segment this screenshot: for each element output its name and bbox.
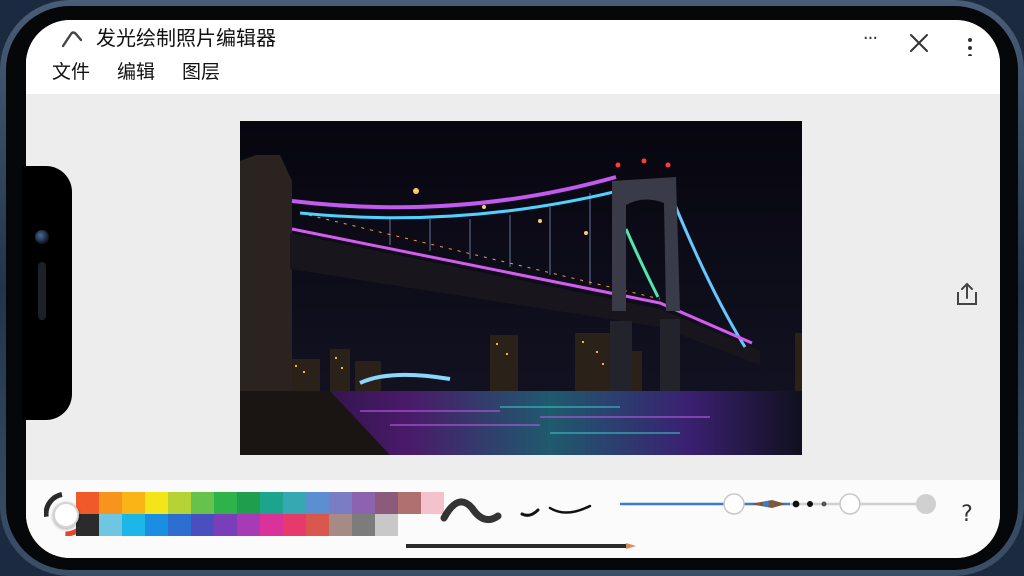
color-swatch[interactable] [260, 514, 283, 536]
phone-frame: 发光绘制照片编辑器 ··· 文件 编辑 图层 ? [0, 0, 1024, 576]
help-icon[interactable]: ? [956, 500, 978, 530]
color-swatch[interactable] [283, 514, 306, 536]
pencil-tool-icon[interactable] [406, 540, 636, 552]
color-swatch[interactable] [283, 492, 306, 514]
app-title: 发光绘制照片编辑器 [96, 26, 276, 50]
camera-icon [35, 230, 49, 244]
color-swatch[interactable] [122, 492, 145, 514]
color-swatch[interactable] [237, 492, 260, 514]
brush-preset-strip[interactable] [438, 488, 598, 536]
color-swatch[interactable] [76, 492, 99, 514]
color-swatch[interactable] [375, 492, 398, 514]
menu-bar: 文件 编辑 图层 [26, 56, 1000, 94]
canvas-area [26, 94, 1000, 480]
color-swatch[interactable] [306, 492, 329, 514]
color-swatch[interactable] [191, 492, 214, 514]
color-swatch[interactable] [306, 514, 329, 536]
color-swatch[interactable] [99, 514, 122, 536]
color-swatch[interactable] [99, 492, 122, 514]
swatch-row-bottom [76, 514, 398, 536]
menu-file[interactable]: 文件 [52, 58, 90, 86]
color-swatch[interactable] [191, 514, 214, 536]
app-logo-icon [61, 31, 83, 48]
drawing-toolbar: ? [26, 480, 1000, 558]
color-swatch[interactable] [329, 492, 352, 514]
menu-edit[interactable]: 编辑 [117, 58, 155, 86]
color-swatch[interactable] [329, 514, 352, 536]
color-swatch[interactable] [375, 514, 398, 536]
brush-size-slider[interactable] [620, 490, 950, 538]
color-swatch[interactable] [122, 514, 145, 536]
speaker-grille [38, 262, 46, 320]
color-swatch[interactable] [145, 492, 168, 514]
app-screen: 发光绘制照片编辑器 ··· 文件 编辑 图层 ? [26, 20, 1000, 558]
current-color-indicator[interactable] [53, 502, 79, 528]
color-swatch[interactable] [352, 492, 375, 514]
color-swatch[interactable] [398, 492, 421, 514]
more-horizontal-icon[interactable]: ··· [858, 30, 882, 50]
color-swatch[interactable] [352, 514, 375, 536]
color-swatch[interactable] [168, 492, 191, 514]
close-icon[interactable] [906, 30, 932, 56]
color-swatch[interactable] [76, 514, 99, 536]
color-swatch[interactable] [214, 514, 237, 536]
bridge-photo[interactable] [240, 121, 802, 455]
camera-notch [22, 166, 72, 420]
color-swatch[interactable] [260, 492, 283, 514]
color-swatch[interactable] [214, 492, 237, 514]
menu-layers[interactable]: 图层 [182, 58, 220, 86]
color-swatch[interactable] [168, 514, 191, 536]
export-icon[interactable] [954, 280, 980, 308]
color-swatch[interactable] [237, 514, 260, 536]
color-swatch[interactable] [145, 514, 168, 536]
swatch-row-top [76, 492, 444, 514]
